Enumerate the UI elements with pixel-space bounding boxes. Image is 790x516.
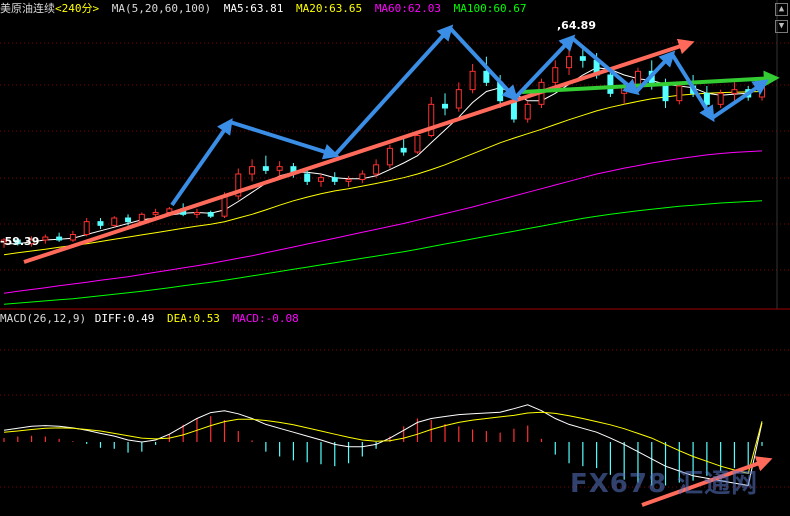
ma-params: MA(5,20,60,100) (111, 2, 212, 15)
candle-body-20 (276, 166, 283, 171)
watermark-logo: FX678 汇通网 (570, 469, 759, 499)
period-label: <240分> (55, 2, 100, 15)
candle-body-9 (125, 217, 132, 223)
blue-wave-arrow-1 (229, 120, 340, 160)
candle-body-26 (359, 173, 366, 180)
macd-header: MACD(26,12,9) DIFF:0.49 DEA:0.53 MACD:-0… (0, 311, 305, 327)
candle-body-4 (56, 236, 63, 241)
candle-body-3 (42, 236, 49, 241)
candle-body-44 (607, 74, 614, 94)
chart-canvas: ,64.89 -59.39 (0, 0, 790, 507)
ma60-value: MA60:62.03 (374, 2, 442, 15)
scroll-down-icon[interactable]: ▼ (775, 20, 788, 33)
symbol-title: 美原油连续 (0, 2, 55, 15)
candle-body-16 (221, 195, 228, 217)
high-price-label: ,64.89 (557, 19, 596, 32)
candle-body-42 (579, 56, 586, 61)
candle-body-19 (262, 166, 269, 171)
candle-body-11 (152, 212, 159, 215)
candle-body-34 (469, 70, 476, 91)
candle-body-24 (331, 177, 338, 182)
candle-body-27 (373, 164, 380, 175)
candle-body-5 (69, 234, 76, 241)
candle-body-53 (731, 89, 738, 94)
candle-body-35 (483, 70, 490, 83)
macd-params: MACD(26,12,9) (0, 312, 87, 325)
candle-body-49 (676, 85, 683, 102)
candle-body-10 (138, 213, 145, 223)
candle-body-8 (111, 217, 118, 226)
candle-body-15 (207, 212, 214, 217)
candle-body-33 (455, 89, 462, 109)
grid-lines (0, 0, 790, 488)
candle-body-14 (193, 212, 200, 215)
candle-body-41 (566, 56, 573, 69)
drawn-trendlines (23, 24, 780, 507)
macd-value: MACD:-0.08 (232, 312, 299, 325)
candle-body-30 (414, 135, 421, 153)
candle-body-6 (83, 221, 90, 236)
candle-body-23 (317, 177, 324, 182)
ma100-value: MA100:60.67 (453, 2, 527, 15)
price-labels: ,64.89 -59.39 (0, 19, 596, 248)
candle-body-31 (428, 103, 435, 137)
candle-body-38 (524, 103, 531, 120)
scroll-up-icon[interactable]: ▲ (775, 3, 788, 16)
candle-body-48 (662, 85, 669, 102)
candle-body-28 (386, 147, 393, 166)
candle-body-18 (249, 166, 256, 175)
series-ma5 (4, 67, 763, 245)
series-ma100 (3, 200, 763, 305)
candle-body-51 (703, 92, 710, 105)
blue-wave-arrow-0 (170, 118, 233, 207)
candle-body-29 (400, 147, 407, 153)
ma20-value: MA20:63.65 (295, 2, 363, 15)
ma5-value: MA5:63.81 (223, 2, 284, 15)
candle-body-32 (442, 103, 449, 109)
candle-body-22 (304, 173, 311, 182)
candle-body-40 (552, 67, 559, 83)
dea-value: DEA:0.53 (166, 312, 220, 325)
candle-body-7 (97, 221, 104, 226)
main-header: 美原油连续<240分> MA(5,20,60,100) MA5:63.81 MA… (0, 1, 533, 17)
diff-value: DIFF:0.49 (94, 312, 155, 325)
candle-body-52 (717, 92, 724, 105)
candle-body-25 (345, 179, 352, 182)
low-price-label: -59.39 (0, 235, 39, 248)
blue-wave-arrow-3 (448, 26, 519, 102)
red-uptrend-line (23, 38, 695, 264)
